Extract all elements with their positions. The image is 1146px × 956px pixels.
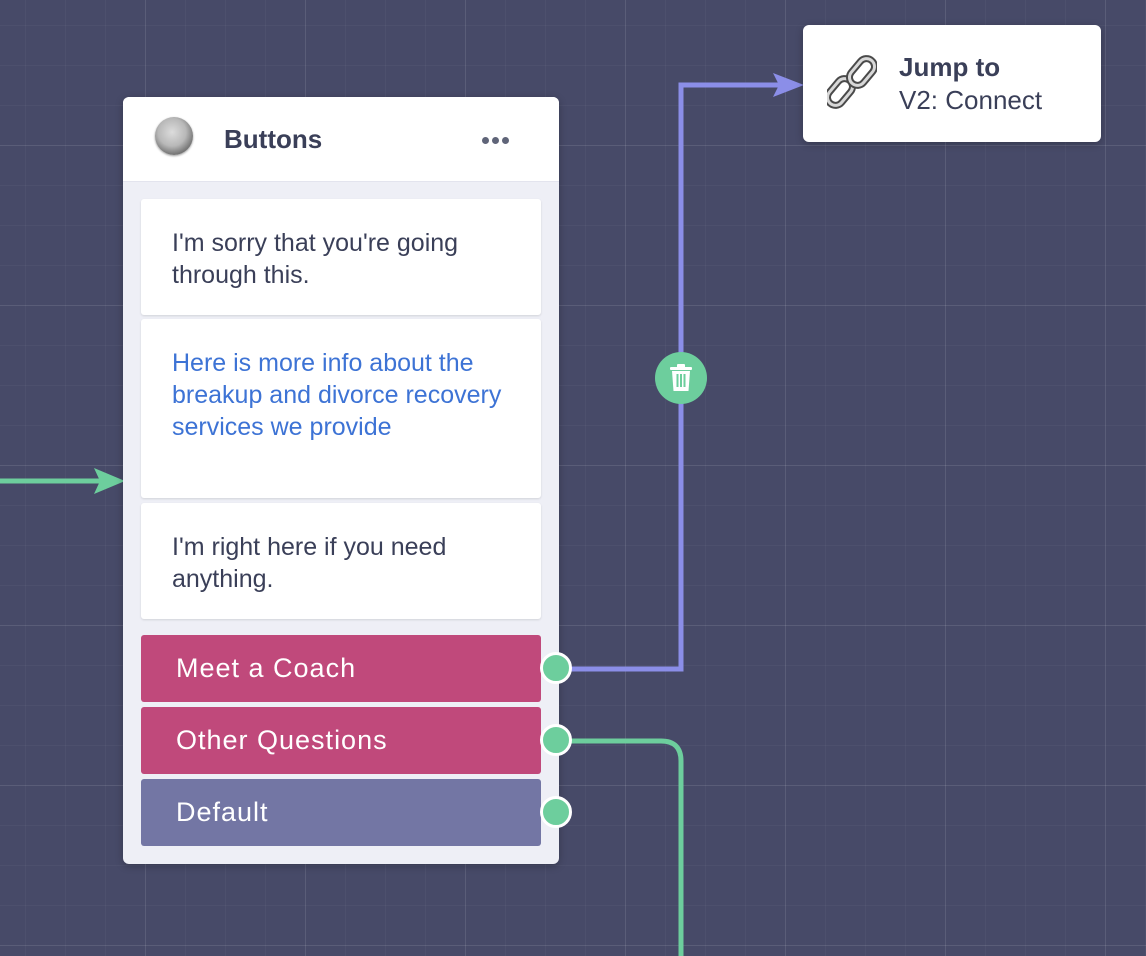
button-default[interactable]: Default [141,779,572,846]
button-label: Default [176,797,269,827]
meet-coach-connection-arrow [773,73,804,97]
button-label: Meet a Coach [176,653,357,683]
message-card-2[interactable]: Here is more info about the breakup and … [141,319,541,498]
buttons-block[interactable]: Buttons I'm sorry that you're going thro… [123,97,572,864]
link-chain-icon [827,55,877,109]
block-title: Buttons [224,124,323,154]
message-text: I'm sorry that you're going through this… [172,229,459,289]
button-label: Other Questions [176,725,388,755]
incoming-connection-arrow [94,468,125,494]
message-card-3[interactable]: I'm right here if you need anything. [141,503,541,619]
message-text: I'm right here if you need anything. [172,533,447,593]
button-other-questions[interactable]: Other Questions [141,707,572,774]
jump-target: V2: Connect [899,85,1043,115]
output-port-default[interactable] [540,796,572,828]
jump-to-node[interactable]: Jump to V2: Connect [803,25,1101,142]
output-port-other-questions[interactable] [540,724,572,756]
trash-icon [670,364,692,391]
delete-connection-button[interactable] [655,352,707,404]
message-link-text[interactable]: Here is more info about the breakup and … [172,347,511,443]
button-meet-a-coach[interactable]: Meet a Coach [141,635,572,702]
jump-title: Jump to [899,52,1001,82]
message-card-1[interactable]: I'm sorry that you're going through this… [141,199,541,315]
output-port-meet-a-coach[interactable] [540,652,572,684]
block-header[interactable]: Buttons [123,97,559,182]
other-questions-connection-line[interactable] [558,738,684,956]
more-dots-icon[interactable] [475,123,515,157]
gray-orb-icon [155,117,193,155]
